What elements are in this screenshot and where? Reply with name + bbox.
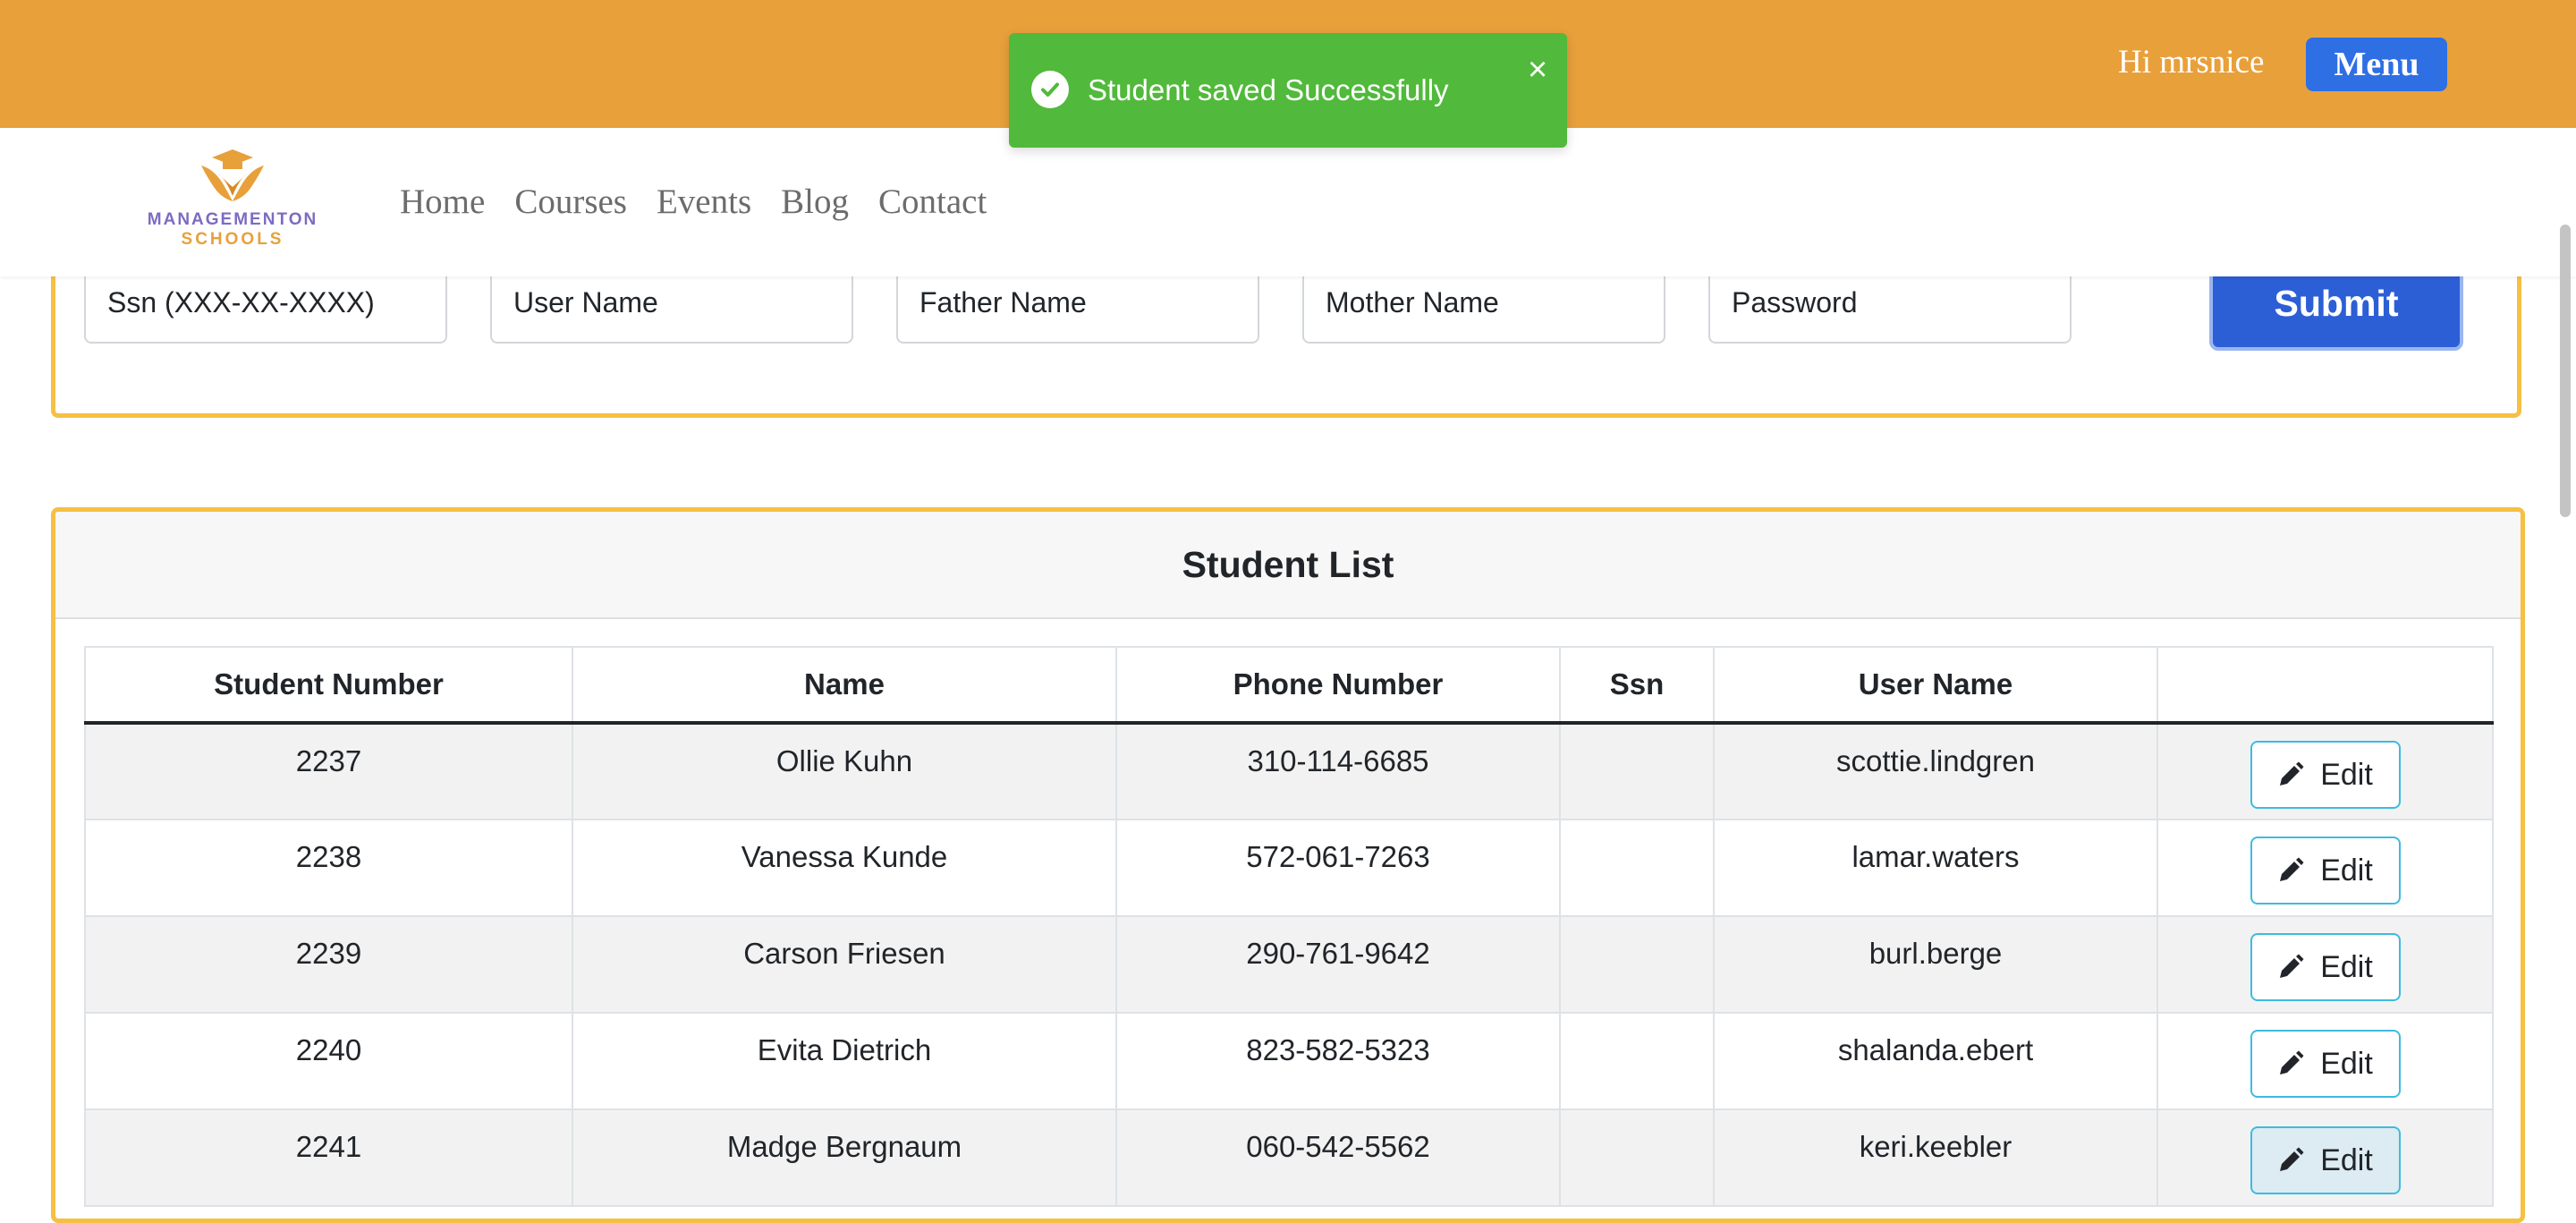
student-list-title: Student List <box>1182 543 1394 585</box>
edit-button-label: Edit <box>2320 1142 2373 1177</box>
edit-button[interactable]: Edit <box>2250 1030 2401 1098</box>
table-row: 2237 Ollie Kuhn 310-114-6685 scottie.lin… <box>84 722 2494 820</box>
edit-button-label: Edit <box>2320 853 2373 888</box>
edit-button[interactable]: Edit <box>2250 741 2401 809</box>
phone-number-cell: 572-061-7263 <box>1115 819 1561 917</box>
ssn-cell <box>1559 915 1715 1014</box>
pencil-icon <box>2280 857 2304 881</box>
pencil-icon <box>2280 1050 2304 1074</box>
student-number-cell: 2240 <box>84 1012 573 1110</box>
close-icon[interactable]: × <box>1528 53 1547 87</box>
nav-link-blog[interactable]: Blog <box>781 182 849 222</box>
mother-name-placeholder: Mother Name <box>1326 286 1499 318</box>
column-header-name[interactable]: Name <box>572 646 1117 725</box>
ssn-cell <box>1559 1012 1715 1110</box>
ssn-cell <box>1559 722 1715 820</box>
student-list-card: Student List Student Number Name Phone N… <box>51 507 2525 1223</box>
phone-number-cell: 310-114-6685 <box>1115 722 1561 820</box>
ssn-cell <box>1559 819 1715 917</box>
phone-number-cell: 290-761-9642 <box>1115 915 1561 1014</box>
school-logo[interactable]: MANAGEMENTON SCHOOLS <box>134 146 331 259</box>
student-name-cell: Carson Friesen <box>572 915 1117 1014</box>
graduation-cap-logo <box>201 149 264 201</box>
main-navbar: MANAGEMENTON SCHOOLS Home Courses Events… <box>0 128 2576 276</box>
edit-button-label: Edit <box>2320 949 2373 984</box>
phone-number-cell: 823-582-5323 <box>1115 1012 1561 1110</box>
ssn-placeholder: Ssn (XXX-XX-XXXX) <box>107 286 375 318</box>
father-name-placeholder: Father Name <box>919 286 1087 318</box>
check-circle-icon <box>1031 71 1069 108</box>
table-header-row: Student Number Name Phone Number Ssn Use… <box>84 646 2494 725</box>
column-header-student-number[interactable]: Student Number <box>84 646 573 725</box>
student-number-cell: 2237 <box>84 722 573 820</box>
user-name-cell: burl.berge <box>1713 915 2158 1014</box>
nav-link-courses[interactable]: Courses <box>514 182 627 222</box>
table-row: 2240 Evita Dietrich 823-582-5323 shaland… <box>84 1012 2494 1110</box>
edit-button[interactable]: Edit <box>2250 933 2401 1001</box>
actions-cell: Edit <box>2157 819 2494 917</box>
actions-cell: Edit <box>2157 915 2494 1014</box>
password-placeholder: Password <box>1732 286 1858 318</box>
logo-text-secondary: SCHOOLS <box>181 230 284 249</box>
edit-button-label: Edit <box>2320 757 2373 792</box>
edit-button[interactable]: Edit <box>2250 1126 2401 1194</box>
pencil-icon <box>2280 761 2304 786</box>
table-row: 2238 Vanessa Kunde 572-061-7263 lamar.wa… <box>84 819 2494 917</box>
logo-text-primary: MANAGEMENTON <box>147 210 318 229</box>
page-scrollbar[interactable] <box>2560 225 2571 517</box>
success-toast: Student saved Successfully × <box>1009 33 1567 148</box>
user-name-cell: lamar.waters <box>1713 819 2158 917</box>
student-number-cell: 2238 <box>84 819 573 917</box>
actions-cell: Edit <box>2157 722 2494 820</box>
nav-link-contact[interactable]: Contact <box>878 182 987 222</box>
student-list-header: Student List <box>55 512 2521 619</box>
student-name-cell: Vanessa Kunde <box>572 819 1117 917</box>
username-placeholder: User Name <box>513 286 658 318</box>
nav-link-events[interactable]: Events <box>657 182 751 222</box>
student-number-cell: 2239 <box>84 915 573 1014</box>
table-row: 2239 Carson Friesen 290-761-9642 burl.be… <box>84 915 2494 1014</box>
column-header-phone-number[interactable]: Phone Number <box>1115 646 1561 725</box>
actions-cell: Edit <box>2157 1012 2494 1110</box>
student-table: Student Number Name Phone Number Ssn Use… <box>84 646 2494 1207</box>
nav-links: Home Courses Events Blog Contact <box>400 182 987 222</box>
student-name-cell: Ollie Kuhn <box>572 722 1117 820</box>
column-header-user-name[interactable]: User Name <box>1713 646 2158 725</box>
column-header-ssn[interactable]: Ssn <box>1559 646 1715 725</box>
user-greeting: Hi mrsnice <box>2118 44 2265 81</box>
pencil-icon <box>2280 954 2304 978</box>
menu-button[interactable]: Menu <box>2306 38 2447 91</box>
user-name-cell: scottie.lindgren <box>1713 722 2158 820</box>
column-header-actions <box>2157 646 2494 725</box>
user-name-cell: shalanda.ebert <box>1713 1012 2158 1110</box>
edit-button[interactable]: Edit <box>2250 837 2401 905</box>
student-name-cell: Evita Dietrich <box>572 1012 1117 1110</box>
pencil-icon <box>2280 1147 2304 1171</box>
nav-link-home[interactable]: Home <box>400 182 485 222</box>
toast-message: Student saved Successfully <box>1088 73 1449 106</box>
edit-button-label: Edit <box>2320 1046 2373 1081</box>
